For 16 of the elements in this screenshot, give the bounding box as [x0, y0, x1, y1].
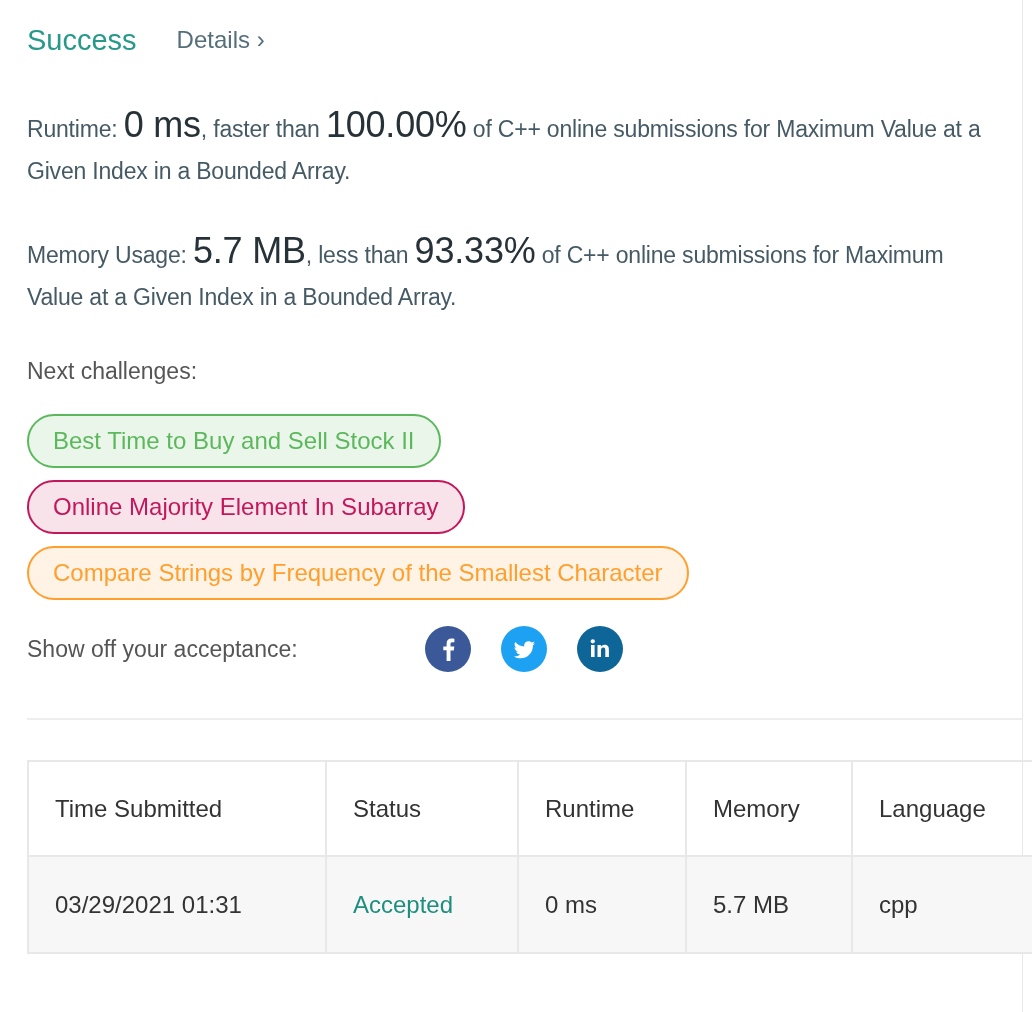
facebook-icon[interactable] — [425, 626, 471, 672]
column-header: Time Submitted — [28, 761, 326, 856]
bird-icon[interactable] — [501, 626, 547, 672]
challenge-tag[interactable]: Online Majority Element In Subarray — [27, 480, 465, 534]
linkedin-icon[interactable] — [577, 626, 623, 672]
table-cell: cpp — [852, 856, 1032, 953]
result-title: Success — [27, 23, 137, 57]
stats-paragraph: Runtime: 0 ms, faster than 100.00% of C++ online submissions for Maximum Value at a Given Index in a Bounded Array. — [27, 104, 982, 186]
share-label: Show off your acceptance: — [27, 635, 299, 663]
table-cell: 03/29/2021 01:31 — [28, 856, 326, 953]
details-link[interactable]: Details › — [176, 26, 265, 54]
table-cell: 0 ms — [518, 856, 686, 953]
next-challenges-label: Next challenges: — [27, 357, 198, 386]
status-cell: Accepted — [326, 856, 518, 953]
table-cell: 5.7 MB — [686, 856, 852, 953]
stats-paragraph: Memory Usage: 5.7 MB, less than 93.33% of C++ online submissions for Maximum Value at a Given Index in a Bounded Array. — [27, 230, 945, 312]
